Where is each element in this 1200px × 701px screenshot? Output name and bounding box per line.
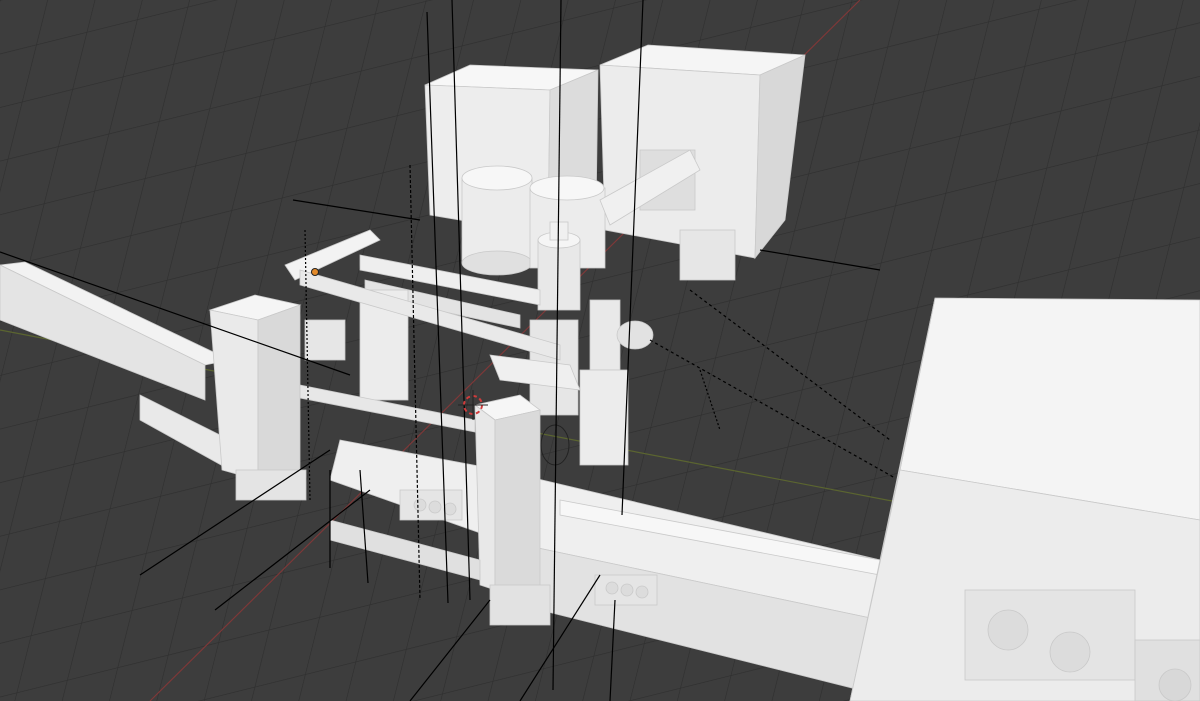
3d-viewport[interactable] [0, 0, 1200, 701]
viewport-canvas[interactable] [0, 0, 1200, 701]
object-origin-point[interactable] [311, 268, 319, 276]
tank-left[interactable] [461, 165, 533, 276]
